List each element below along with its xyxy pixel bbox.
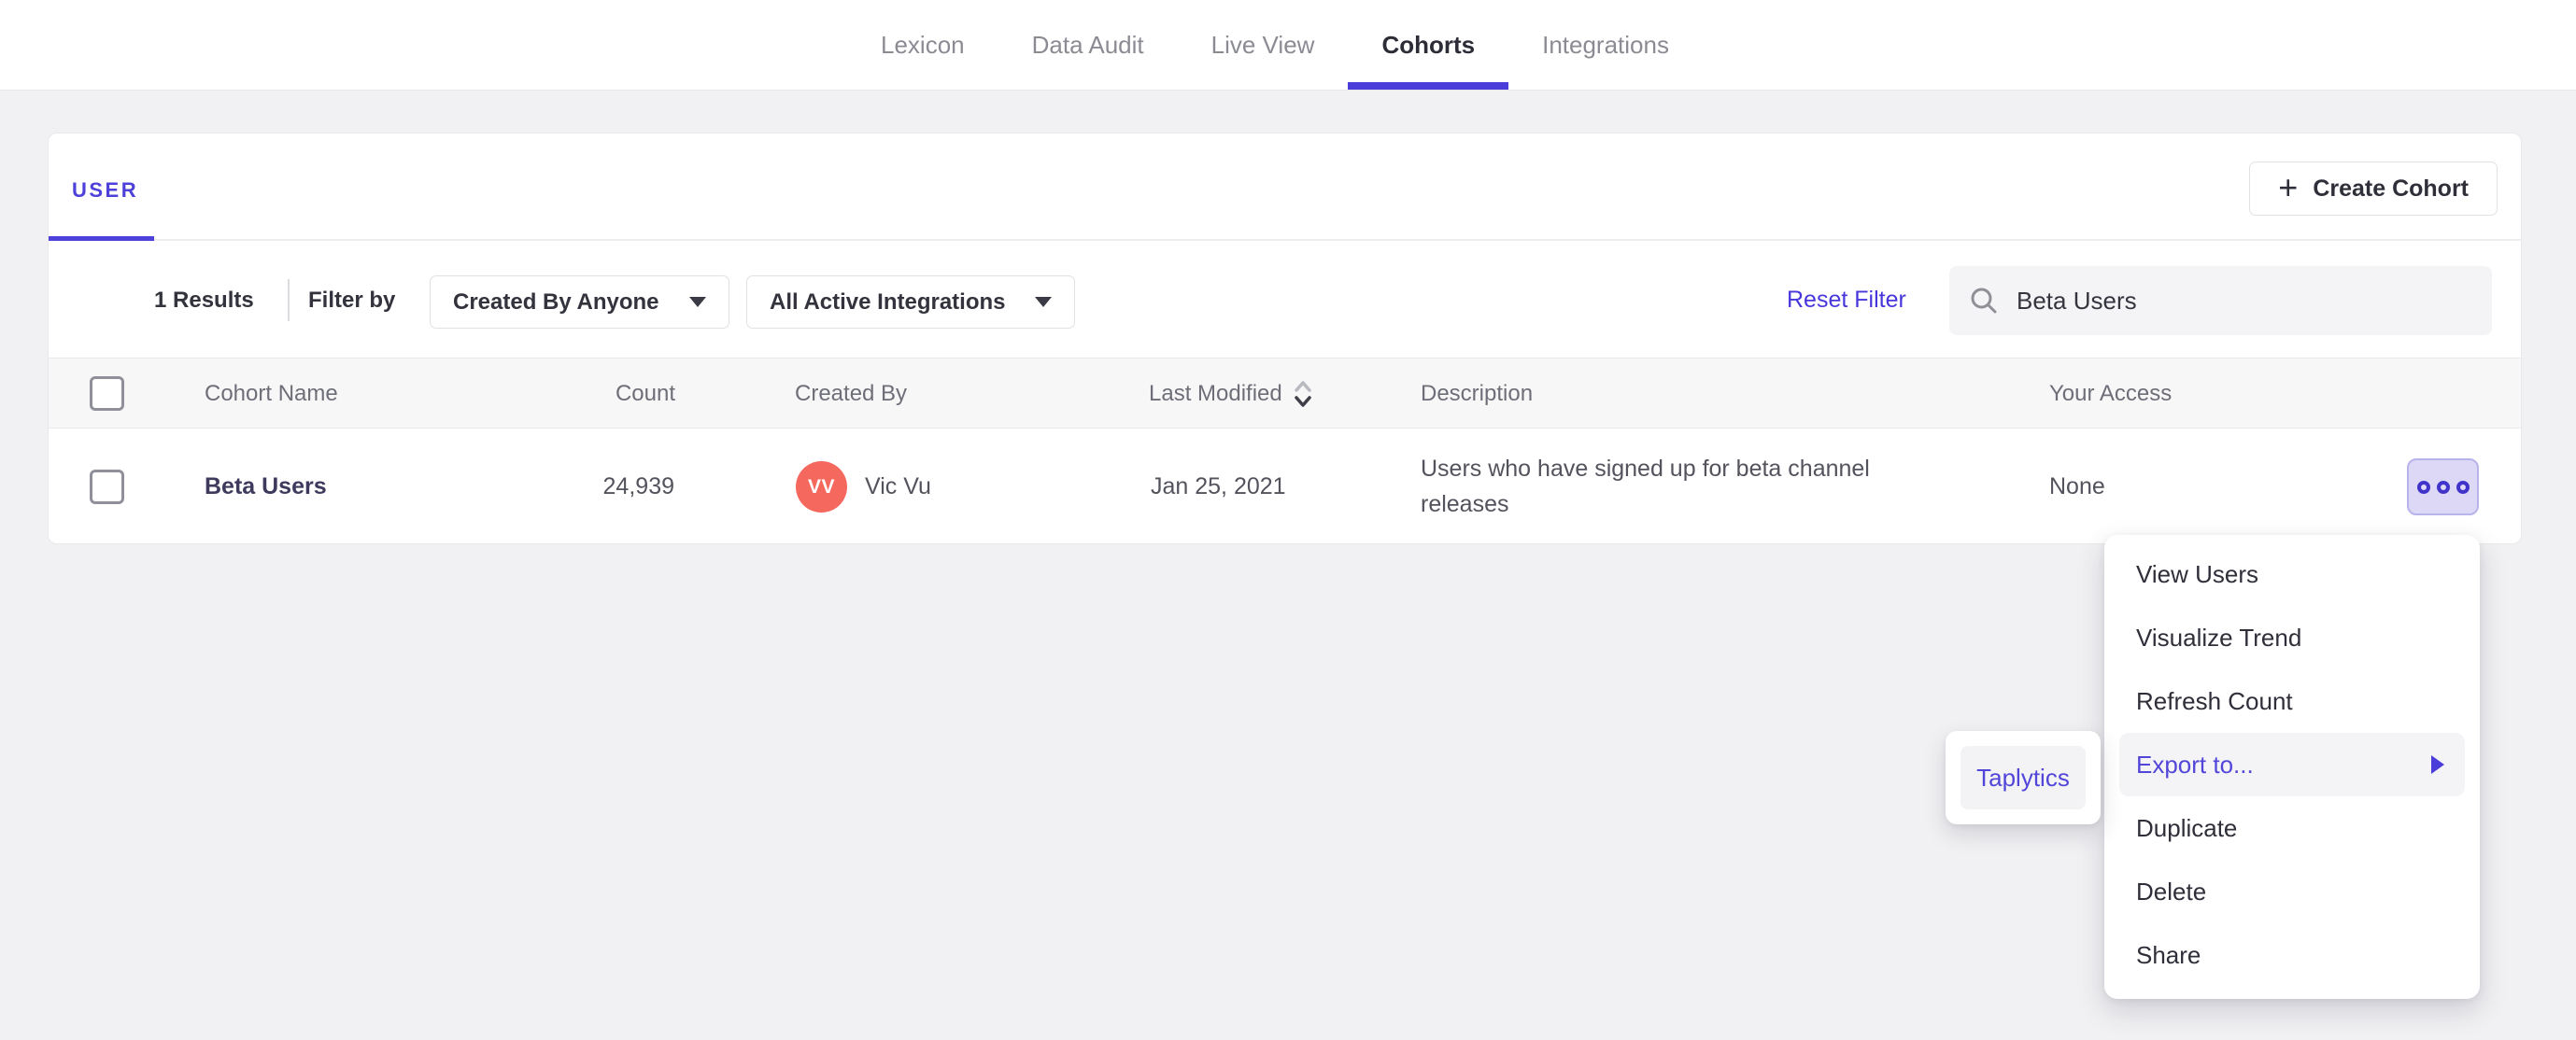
- cell-created-by: Vic Vu: [865, 473, 931, 499]
- more-dots-icon: [2456, 480, 2470, 494]
- cell-your-access: None: [2049, 473, 2105, 499]
- chevron-down-icon: [689, 297, 706, 307]
- nav-tabs: Lexicon Data Audit Live View Cohorts Int…: [847, 0, 1703, 90]
- reset-filter-link[interactable]: Reset Filter: [1787, 243, 1906, 358]
- cell-description: Users who have signed up for beta channe…: [1421, 456, 1870, 517]
- avatar: VV: [796, 461, 847, 513]
- menu-item-share[interactable]: Share: [2119, 923, 2465, 987]
- menu-item-delete[interactable]: Delete: [2119, 860, 2465, 923]
- chevron-down-icon: [1035, 297, 1052, 307]
- nav-tab-label: Data Audit: [1031, 30, 1144, 59]
- create-cohort-button[interactable]: + Create Cohort: [2249, 162, 2498, 216]
- submenu-arrow-icon: [2431, 755, 2444, 774]
- cohort-name-link[interactable]: Beta Users: [205, 429, 327, 545]
- cohorts-card: USER + Create Cohort 1 Results Filter by…: [48, 133, 2522, 544]
- more-dots-icon: [2416, 480, 2430, 494]
- more-dots-icon: [2436, 480, 2450, 494]
- nav-tab-label: Cohorts: [1381, 30, 1476, 59]
- tab-user[interactable]: USER: [72, 178, 138, 203]
- nav-tab-label: Integrations: [1542, 30, 1669, 59]
- created-by-dropdown-label: Created By Anyone: [453, 288, 659, 315]
- integrations-dropdown-label: All Active Integrations: [770, 288, 1006, 315]
- export-submenu: Taplytics: [1946, 731, 2101, 824]
- integrations-dropdown[interactable]: All Active Integrations: [746, 275, 1075, 329]
- search-box[interactable]: [1949, 266, 2492, 335]
- menu-item-label: Duplicate: [2136, 813, 2238, 842]
- menu-item-label: View Users: [2136, 559, 2259, 588]
- header-created-by: Created By: [795, 381, 908, 406]
- header-last-modified-sort[interactable]: Last Modified: [1149, 358, 1314, 429]
- nav-tab-lexicon[interactable]: Lexicon: [847, 0, 998, 90]
- nav-tab-cohorts[interactable]: Cohorts: [1348, 0, 1508, 90]
- menu-item-label: Refresh Count: [2136, 686, 2293, 715]
- menu-item-label: Share: [2136, 940, 2201, 969]
- table-row: Beta Users 24,939 VV Vic Vu Jan 25, 2021…: [49, 429, 2521, 545]
- search-input[interactable]: [2017, 286, 2471, 316]
- menu-item-view-users[interactable]: View Users: [2119, 542, 2465, 606]
- cohort-type-tab-strip: USER + Create Cohort: [49, 134, 2521, 241]
- created-by-dropdown[interactable]: Created By Anyone: [430, 275, 729, 329]
- divider: [288, 279, 290, 321]
- nav-tab-integrations[interactable]: Integrations: [1508, 0, 1703, 90]
- tab-user-active-underline: [49, 236, 154, 241]
- row-more-actions-button[interactable]: [2407, 458, 2479, 515]
- nav-tab-label: Lexicon: [881, 30, 965, 59]
- search-icon: [1971, 288, 1997, 314]
- header-cohort-name: Cohort Name: [205, 381, 338, 406]
- cell-last-modified: Jan 25, 2021: [1151, 473, 1286, 499]
- plus-icon: +: [2278, 167, 2299, 206]
- header-count: Count: [615, 381, 675, 406]
- menu-item-label: Export to...: [2136, 750, 2254, 779]
- submenu-item-taplytics[interactable]: Taplytics: [1960, 746, 2086, 809]
- menu-item-label: Visualize Trend: [2136, 623, 2302, 652]
- header-last-modified-label: Last Modified: [1149, 381, 1282, 406]
- submenu-item-label: Taplytics: [1976, 763, 2070, 792]
- results-count: 1 Results: [154, 287, 254, 313]
- header-your-access: Your Access: [2049, 381, 2173, 406]
- nav-tab-live-view[interactable]: Live View: [1178, 0, 1349, 90]
- create-cohort-label: Create Cohort: [2313, 175, 2469, 202]
- row-checkbox[interactable]: [90, 470, 124, 504]
- menu-item-label: Delete: [2136, 877, 2207, 906]
- menu-item-visualize-trend[interactable]: Visualize Trend: [2119, 606, 2465, 669]
- select-all-checkbox[interactable]: [90, 376, 124, 411]
- nav-tab-data-audit[interactable]: Data Audit: [998, 0, 1178, 90]
- menu-item-refresh-count[interactable]: Refresh Count: [2119, 669, 2465, 733]
- sort-icon: [1295, 381, 1311, 407]
- table-header: Cohort Name Count Created By Last Modifi…: [49, 358, 2521, 429]
- cell-count: 24,939: [602, 473, 674, 499]
- menu-item-duplicate[interactable]: Duplicate: [2119, 796, 2465, 860]
- top-navbar: Lexicon Data Audit Live View Cohorts Int…: [0, 0, 2576, 91]
- filter-row: 1 Results Filter by Created By Anyone Al…: [49, 243, 2521, 358]
- row-actions-menu: View Users Visualize Trend Refresh Count…: [2104, 535, 2480, 999]
- filter-by-label: Filter by: [308, 287, 396, 313]
- nav-tab-label: Live View: [1210, 30, 1315, 59]
- menu-item-export-to[interactable]: Export to...: [2119, 733, 2465, 796]
- header-description: Description: [1421, 381, 1534, 406]
